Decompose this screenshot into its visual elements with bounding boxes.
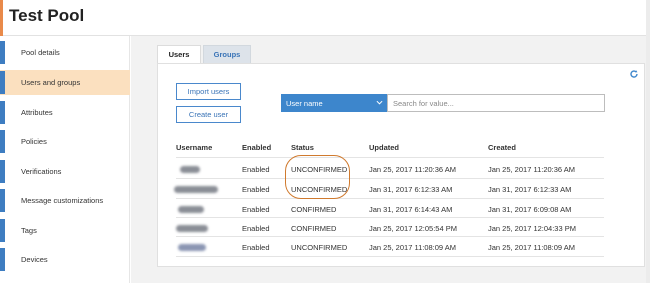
cell-status: UNCONFIRMED bbox=[291, 243, 348, 252]
import-users-button[interactable]: Import users bbox=[176, 83, 241, 100]
cell-updated: Jan 31, 2017 6:14:43 AM bbox=[369, 205, 453, 214]
sidebar-marker bbox=[0, 41, 5, 64]
sidebar-marker bbox=[0, 130, 5, 153]
sidebar-item-label: Devices bbox=[21, 255, 48, 264]
table-divider bbox=[176, 217, 604, 218]
table-divider bbox=[176, 236, 604, 237]
scrollbar[interactable] bbox=[646, 0, 650, 283]
cell-enabled: Enabled bbox=[242, 243, 270, 252]
cell-updated: Jan 25, 2017 12:05:54 PM bbox=[369, 224, 457, 233]
redacted-username bbox=[174, 186, 218, 193]
column-header-updated[interactable]: Updated bbox=[369, 143, 399, 152]
sidebar-item-users-and-groups[interactable]: Users and groups bbox=[0, 70, 130, 95]
cell-enabled: Enabled bbox=[242, 224, 270, 233]
tab-groups[interactable]: Groups bbox=[203, 45, 251, 63]
sidebar-marker bbox=[0, 71, 5, 94]
search-input[interactable]: Search for value... bbox=[387, 94, 605, 112]
cell-updated: Jan 25, 2017 11:08:09 AM bbox=[369, 243, 457, 252]
sidebar-item-policies[interactable]: Policies bbox=[0, 129, 130, 154]
sidebar-item-verifications[interactable]: Verifications bbox=[0, 159, 130, 184]
cell-status: CONFIRMED bbox=[291, 205, 337, 214]
brand-strip bbox=[0, 0, 3, 36]
sidebar-item-label: Pool details bbox=[21, 48, 60, 57]
attribute-select-value: User name bbox=[286, 98, 323, 108]
sidebar-item-label: Policies bbox=[21, 137, 47, 146]
attribute-select[interactable]: User name bbox=[281, 94, 387, 112]
redacted-username bbox=[176, 225, 208, 232]
main-content: Users Groups Import users Create user Us… bbox=[131, 36, 650, 283]
cell-created: Jan 31, 2017 6:09:08 AM bbox=[488, 205, 572, 214]
sidebar-item-attributes[interactable]: Attributes bbox=[0, 100, 130, 125]
redacted-username bbox=[178, 244, 206, 251]
cell-created: Jan 31, 2017 6:12:33 AM bbox=[488, 185, 572, 194]
cell-enabled: Enabled bbox=[242, 205, 270, 214]
cell-enabled: Enabled bbox=[242, 185, 270, 194]
table-divider bbox=[176, 198, 604, 199]
page-title: Test Pool bbox=[9, 6, 85, 25]
sidebar-marker bbox=[0, 101, 5, 124]
cell-status: UNCONFIRMED bbox=[291, 185, 348, 194]
column-header-enabled[interactable]: Enabled bbox=[242, 143, 271, 152]
tab-users[interactable]: Users bbox=[157, 45, 201, 63]
table-divider bbox=[176, 157, 604, 158]
column-header-status[interactable]: Status bbox=[291, 143, 314, 152]
sidebar-marker bbox=[0, 219, 5, 242]
redacted-username bbox=[178, 206, 204, 213]
table-divider bbox=[176, 178, 604, 179]
sidebar-item-label: Tags bbox=[21, 226, 37, 235]
sidebar-item-label: Message customizations bbox=[21, 196, 104, 205]
table-divider bbox=[176, 256, 604, 257]
cell-created: Jan 25, 2017 12:04:33 PM bbox=[488, 224, 576, 233]
column-header-username[interactable]: Username bbox=[176, 143, 212, 152]
cell-created: Jan 25, 2017 11:08:09 AM bbox=[488, 243, 576, 252]
sidebar-item-devices[interactable]: Devices bbox=[0, 247, 130, 272]
users-panel: Import users Create user User name Searc… bbox=[157, 63, 645, 267]
refresh-icon[interactable] bbox=[629, 69, 639, 79]
sidebar: Pool details Users and groups Attributes… bbox=[0, 36, 130, 283]
sidebar-item-label: Users and groups bbox=[21, 78, 81, 87]
cell-status: UNCONFIRMED bbox=[291, 165, 348, 174]
column-header-created[interactable]: Created bbox=[488, 143, 516, 152]
sidebar-item-label: Verifications bbox=[21, 167, 62, 176]
create-user-button[interactable]: Create user bbox=[176, 106, 241, 123]
cell-enabled: Enabled bbox=[242, 165, 270, 174]
sidebar-item-label: Attributes bbox=[21, 108, 53, 117]
sidebar-item-tags[interactable]: Tags bbox=[0, 218, 130, 243]
page-header: Test Pool bbox=[0, 0, 650, 36]
sidebar-item-pool-details[interactable]: Pool details bbox=[0, 40, 130, 65]
sidebar-marker bbox=[0, 160, 5, 183]
sidebar-marker bbox=[0, 248, 5, 271]
cell-updated: Jan 31, 2017 6:12:33 AM bbox=[369, 185, 453, 194]
cell-created: Jan 25, 2017 11:20:36 AM bbox=[488, 165, 576, 174]
sidebar-item-message-customizations[interactable]: Message customizations bbox=[0, 188, 130, 213]
chevron-down-icon bbox=[376, 100, 383, 105]
sidebar-marker bbox=[0, 189, 5, 212]
redacted-username bbox=[180, 166, 200, 173]
cell-updated: Jan 25, 2017 11:20:36 AM bbox=[369, 165, 457, 174]
cell-status: CONFIRMED bbox=[291, 224, 337, 233]
